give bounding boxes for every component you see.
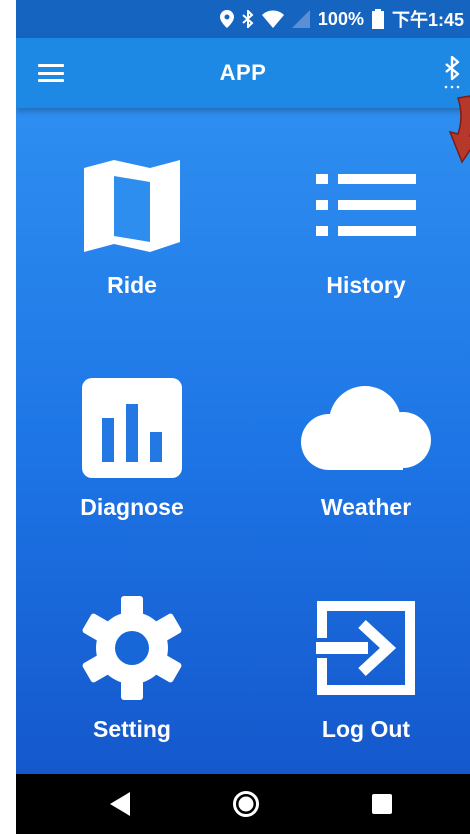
- logout-tile[interactable]: Log Out: [266, 592, 466, 792]
- list-icon: [266, 174, 466, 236]
- bluetooth-icon: [444, 55, 460, 89]
- history-label: History: [326, 272, 406, 298]
- wifi-icon: [261, 10, 284, 28]
- setting-tile[interactable]: Setting: [32, 592, 232, 792]
- app-title: APP: [219, 60, 267, 85]
- status-time: 下午1:45: [391, 10, 464, 30]
- battery-percent: 100%: [317, 8, 364, 29]
- battery-icon: [371, 9, 384, 29]
- main-grid: Ride History Diagnose Weather Setting Lo…: [16, 108, 470, 774]
- phone-screen: 100% 下午1:45 APP Ride History Diagnose We…: [16, 0, 470, 834]
- bar-chart-icon: [32, 378, 232, 478]
- location-icon: [219, 10, 234, 28]
- back-icon: [110, 792, 130, 816]
- no-sim-icon: [291, 10, 310, 28]
- recents-button[interactable]: [372, 794, 392, 819]
- setting-label: Setting: [93, 716, 171, 742]
- ride-tile[interactable]: Ride: [32, 148, 232, 348]
- bluetooth-icon: [242, 10, 254, 28]
- gear-icon: [32, 596, 232, 700]
- map-icon: [32, 156, 232, 256]
- bluetooth-button[interactable]: [440, 55, 464, 90]
- app-bar: APP: [16, 38, 470, 108]
- home-button[interactable]: [232, 790, 260, 823]
- weather-tile[interactable]: Weather: [266, 370, 466, 570]
- history-tile[interactable]: History: [266, 148, 466, 348]
- annotation-arrow-icon: [444, 92, 470, 177]
- weather-label: Weather: [320, 494, 412, 520]
- recents-icon: [372, 794, 392, 814]
- logout-icon: [266, 598, 466, 698]
- navigation-bar: [16, 774, 470, 834]
- logout-label: Log Out: [321, 716, 411, 742]
- ride-label: Ride: [107, 272, 157, 298]
- cloud-icon: [266, 382, 466, 470]
- back-button[interactable]: [110, 792, 132, 821]
- status-bar: 100% 下午1:45: [16, 0, 470, 38]
- diagnose-tile[interactable]: Diagnose: [32, 370, 232, 570]
- diagnose-label: Diagnose: [80, 494, 184, 520]
- home-icon: [233, 791, 259, 817]
